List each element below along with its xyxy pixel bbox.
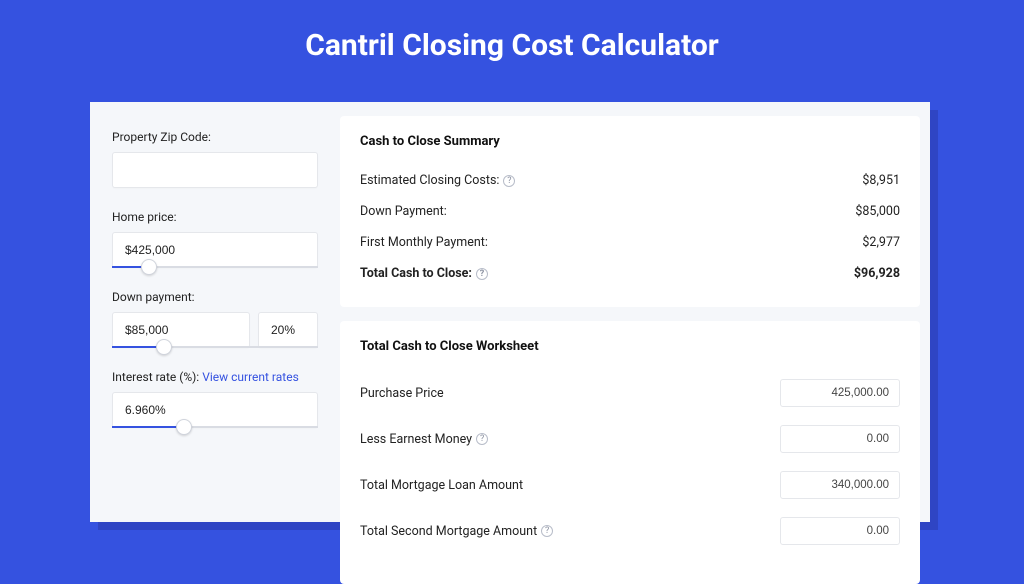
worksheet-row-label: Less Earnest Money?: [360, 432, 488, 447]
page-title: Cantril Closing Cost Calculator: [0, 0, 1024, 91]
down-payment-field: Down payment:: [112, 290, 318, 348]
worksheet-row-input[interactable]: [780, 379, 900, 407]
summary-card: Cash to Close Summary Estimated Closing …: [340, 116, 920, 307]
interest-rate-input[interactable]: [112, 392, 318, 428]
zip-label: Property Zip Code:: [112, 130, 318, 144]
worksheet-row-input[interactable]: [780, 471, 900, 499]
worksheet-card: Total Cash to Close Worksheet Purchase P…: [340, 321, 920, 584]
summary-row-label: Down Payment:: [360, 204, 447, 219]
zip-field: Property Zip Code:: [112, 130, 318, 188]
summary-row: Total Cash to Close:? $96,928: [360, 258, 900, 289]
main-content: Cash to Close Summary Estimated Closing …: [340, 102, 930, 522]
summary-row-value: $96,928: [854, 266, 900, 281]
down-payment-label: Down payment:: [112, 290, 318, 304]
zip-input[interactable]: [112, 152, 318, 188]
down-payment-slider[interactable]: [112, 346, 318, 348]
help-icon[interactable]: ?: [476, 433, 488, 445]
home-price-label: Home price:: [112, 210, 318, 224]
sidebar: Property Zip Code: Home price: Down paym…: [90, 102, 340, 522]
summary-row-label: First Monthly Payment:: [360, 235, 488, 250]
interest-rate-label-text: Interest rate (%):: [112, 370, 202, 384]
help-icon[interactable]: ?: [503, 175, 515, 187]
interest-rate-slider[interactable]: [112, 426, 318, 428]
summary-row: Down Payment: $85,000: [360, 196, 900, 227]
worksheet-row: Total Mortgage Loan Amount: [360, 462, 900, 508]
worksheet-row: Total Second Mortgage Amount?: [360, 508, 900, 554]
interest-rate-label: Interest rate (%): View current rates: [112, 370, 318, 384]
worksheet-row-label: Total Second Mortgage Amount?: [360, 524, 553, 539]
summary-row-value: $85,000: [855, 204, 900, 219]
summary-row-value: $8,951: [862, 173, 900, 188]
interest-rate-field: Interest rate (%): View current rates: [112, 370, 318, 428]
help-icon[interactable]: ?: [476, 268, 488, 280]
down-payment-pct-input[interactable]: [258, 312, 318, 348]
worksheet-row: Purchase Price: [360, 370, 900, 416]
calculator-panel: Property Zip Code: Home price: Down paym…: [90, 102, 930, 522]
worksheet-heading: Total Cash to Close Worksheet: [360, 339, 900, 354]
worksheet-row-input[interactable]: [780, 517, 900, 545]
worksheet-row: Less Earnest Money?: [360, 416, 900, 462]
down-payment-input[interactable]: [112, 312, 250, 348]
worksheet-row-label: Total Mortgage Loan Amount: [360, 478, 523, 493]
view-rates-link[interactable]: View current rates: [202, 370, 299, 384]
worksheet-row-label: Purchase Price: [360, 386, 444, 401]
summary-row-label: Total Cash to Close:?: [360, 266, 488, 281]
summary-row: First Monthly Payment: $2,977: [360, 227, 900, 258]
summary-row-value: $2,977: [862, 235, 900, 250]
summary-row-label: Estimated Closing Costs:?: [360, 173, 515, 188]
summary-heading: Cash to Close Summary: [360, 134, 900, 149]
summary-row: Estimated Closing Costs:? $8,951: [360, 165, 900, 196]
help-icon[interactable]: ?: [541, 525, 553, 537]
worksheet-row-input[interactable]: [780, 425, 900, 453]
home-price-slider[interactable]: [112, 266, 318, 268]
home-price-field: Home price:: [112, 210, 318, 268]
